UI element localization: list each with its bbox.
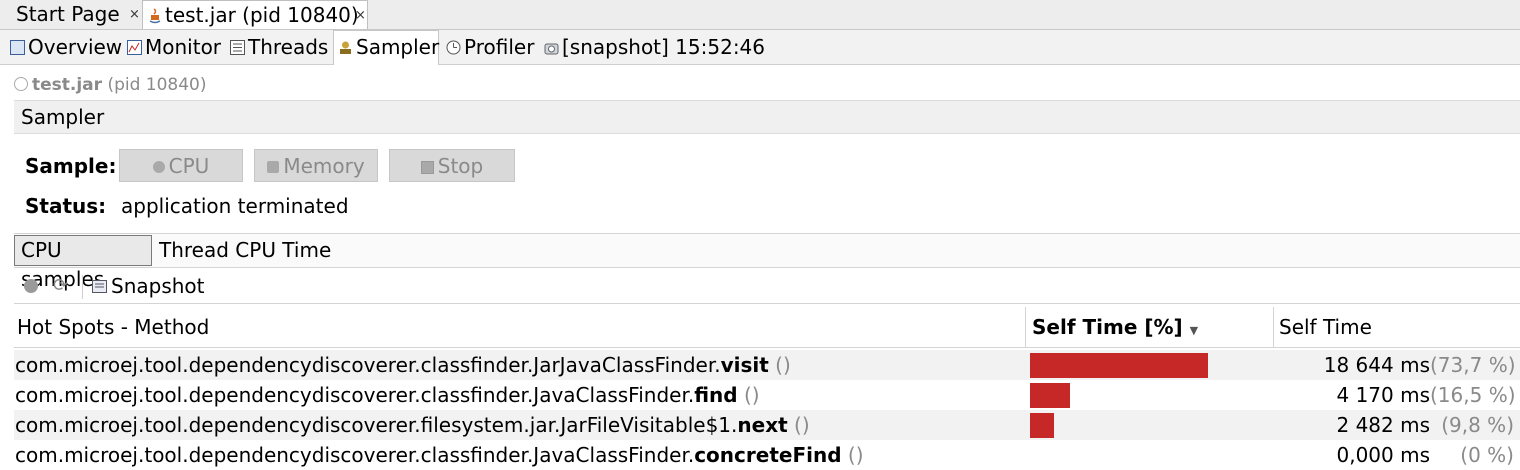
process-name: test.jar	[32, 75, 103, 95]
document-tab-bar: Start Page × test.jar (pid 10840) ×	[0, 0, 1520, 30]
method-class: com.microej.tool.dependencydiscoverer.fi…	[15, 413, 738, 437]
java-icon	[149, 8, 161, 24]
method-args: ()	[787, 413, 810, 437]
cpu-icon	[152, 161, 165, 173]
tab-label: test.jar (pid 10840)	[165, 3, 359, 27]
sample-label: Sample:	[25, 154, 117, 178]
self-time-value: 18 644 ms	[1323, 353, 1430, 377]
cpu-button-label: CPU	[168, 154, 210, 178]
table-row[interactable]: com.microej.tool.dependencydiscoverer.cl…	[14, 350, 1520, 380]
tab-label: Overview	[28, 35, 123, 59]
method-class: com.microej.tool.dependencydiscoverer.cl…	[15, 353, 721, 377]
self-time-cell: 18 644 ms(73,7 %)	[1323, 350, 1516, 380]
section-title: Sampler	[21, 105, 105, 129]
tab-label: Start Page	[16, 2, 120, 26]
record-icon[interactable]	[24, 279, 38, 293]
self-time-value: 4 170 ms	[1336, 383, 1430, 407]
method-name: concreteFind	[694, 443, 842, 467]
table-row[interactable]: com.microej.tool.dependencydiscoverer.cl…	[14, 380, 1520, 410]
self-time-cell: 4 170 ms(16,5 %)	[1336, 380, 1516, 410]
method-args: ()	[841, 443, 864, 467]
method-class: com.microej.tool.dependencydiscoverer.cl…	[15, 443, 695, 467]
cpu-button[interactable]: CPU	[119, 149, 243, 182]
tab-start-page[interactable]: Start Page ×	[0, 0, 142, 29]
memory-icon	[267, 161, 280, 173]
sampler-section-header: Sampler	[14, 100, 1520, 134]
close-icon[interactable]: ×	[129, 0, 140, 29]
tab-profiler[interactable]: Profiler	[446, 31, 534, 63]
tab-thread-cpu-time[interactable]: Thread CPU Time	[159, 235, 331, 266]
tab-sampler[interactable]: Sampler	[333, 30, 439, 65]
method-args: ()	[737, 383, 760, 407]
method-cell: com.microej.tool.dependencydiscoverer.fi…	[15, 410, 810, 440]
toolbar-separator	[82, 275, 83, 299]
tab-cpu-samples[interactable]: CPU samples	[14, 235, 152, 291]
self-time-bar	[1030, 383, 1070, 408]
profiler-icon	[446, 40, 461, 55]
tab-label: Profiler	[464, 35, 535, 59]
tab-overview[interactable]: Overview	[10, 31, 122, 63]
tab-threads[interactable]: Threads	[230, 31, 328, 63]
tab-monitor[interactable]: Monitor	[127, 31, 221, 63]
status-label: Status:	[25, 194, 107, 218]
method-cell: com.microej.tool.dependencydiscoverer.cl…	[15, 440, 864, 470]
method-class: com.microej.tool.dependencydiscoverer.cl…	[15, 383, 695, 407]
self-time-cell: 2 482 ms (9,8 %)	[1336, 410, 1514, 440]
sampler-icon	[340, 41, 351, 54]
close-icon[interactable]: ×	[355, 1, 366, 30]
monitor-icon	[127, 40, 142, 55]
self-time-bar	[1030, 413, 1054, 438]
self-time-value: 0,000 ms	[1336, 443, 1430, 467]
tab-label: Monitor	[145, 35, 222, 59]
method-cell: com.microej.tool.dependencydiscoverer.cl…	[15, 350, 791, 380]
process-header: test.jar (pid 10840)	[14, 74, 207, 96]
column-header-self-time[interactable]: Self Time	[1279, 307, 1372, 347]
status-value: application terminated	[121, 194, 349, 218]
self-time-percent: (73,7 %)	[1430, 353, 1516, 377]
tab-snapshot[interactable]: [snapshot] 15:52:46	[544, 31, 765, 63]
result-tab-bar: CPU samples Thread CPU Time	[14, 233, 1520, 291]
self-time-bar	[1030, 353, 1208, 378]
tab-label: Sampler	[356, 35, 440, 59]
column-header-self-pct[interactable]: Self Time [%] ▼	[1032, 307, 1198, 351]
method-name: next	[737, 413, 788, 437]
stop-button-label: Stop	[437, 154, 484, 178]
tab-label: [snapshot] 15:52:46	[562, 35, 766, 59]
stop-button[interactable]: Stop	[389, 149, 515, 182]
column-header-method[interactable]: Hot Spots - Method	[17, 307, 209, 347]
view-tab-bar: Overview Monitor Threads Sampler Profile…	[0, 30, 1520, 65]
tab-label: Threads	[248, 35, 329, 59]
table-row[interactable]: com.microej.tool.dependencydiscoverer.cl…	[14, 440, 1520, 470]
table-row[interactable]: com.microej.tool.dependencydiscoverer.fi…	[14, 410, 1520, 440]
status-circle-icon	[14, 77, 28, 91]
memory-button[interactable]: Memory	[254, 149, 378, 182]
refresh-icon[interactable]: ⟳	[53, 274, 68, 298]
method-name: visit	[720, 353, 769, 377]
memory-button-label: Memory	[283, 154, 365, 178]
tab-test-jar[interactable]: test.jar (pid 10840) ×	[142, 0, 368, 29]
sort-desc-icon: ▼	[1189, 324, 1199, 337]
self-time-cell: 0,000 ms (0 %)	[1336, 440, 1514, 470]
column-divider	[1025, 307, 1026, 347]
method-name: find	[694, 383, 738, 407]
method-cell: com.microej.tool.dependencydiscoverer.cl…	[15, 380, 760, 410]
process-pid: (pid 10840)	[107, 75, 207, 95]
column-header-self-pct-label: Self Time [%]	[1032, 315, 1183, 339]
overview-icon	[10, 40, 25, 55]
column-divider	[1273, 307, 1274, 347]
self-time-value: 2 482 ms	[1336, 413, 1430, 437]
self-time-percent: (16,5 %)	[1430, 383, 1516, 407]
self-time-percent: (9,8 %)	[1441, 413, 1514, 437]
snapshot-button[interactable]: Snapshot	[111, 270, 205, 303]
results-toolbar: ⟳ Snapshot	[14, 270, 1520, 304]
stop-icon	[420, 161, 434, 174]
table-header: Hot Spots - Method Self Time [%] ▼ Self …	[14, 307, 1520, 348]
snapshot-icon	[92, 280, 107, 293]
threads-icon	[230, 40, 245, 55]
snapshot-icon	[544, 43, 559, 55]
self-time-percent: (0 %)	[1460, 443, 1514, 467]
method-args: ()	[768, 353, 791, 377]
